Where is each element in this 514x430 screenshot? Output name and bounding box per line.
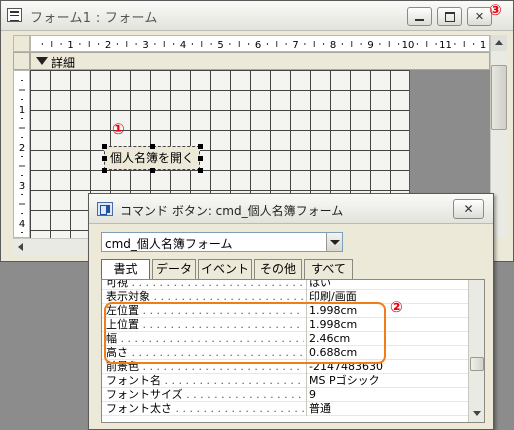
ruler-number: 3 — [142, 40, 148, 51]
property-name: フォントサイズ . . . . . . . . . . . . . . . . … — [106, 388, 304, 401]
resize-handle[interactable] — [102, 144, 107, 149]
form-horizontal-scrollbar[interactable] — [13, 238, 93, 255]
ruler-ticks: 1 2 3 4 5 6 7 8 9 10 11 1 — [41, 40, 486, 51]
resize-handle[interactable] — [198, 144, 203, 149]
tab-all[interactable]: すべて — [304, 259, 353, 279]
command-button-label: 個人名簿を開く — [109, 151, 194, 165]
property-row[interactable]: フォント太さ . . . . . . . . . . . . . . . . .… — [102, 402, 468, 416]
dropdown-arrow-icon[interactable] — [326, 233, 342, 251]
close-icon: ✕ — [474, 10, 485, 23]
minimize-icon — [415, 19, 424, 21]
property-value[interactable]: 普通 — [306, 402, 466, 416]
scroll-down-icon[interactable] — [470, 406, 484, 420]
vertical-ruler: 1 2 3 4 — [13, 70, 30, 238]
ruler-number: 9 — [367, 40, 373, 51]
property-row[interactable]: フォントサイズ . . . . . . . . . . . . . . . . … — [102, 388, 468, 402]
tab-event[interactable]: イベント — [198, 259, 252, 279]
object-selector-combo[interactable]: cmd_個人名簿フォーム — [101, 232, 343, 252]
property-name: フォント名 . . . . . . . . . . . . . . . . . … — [106, 374, 304, 387]
property-value[interactable]: はい — [306, 280, 466, 290]
ruler-number: 2 — [19, 143, 25, 154]
scroll-up-icon[interactable] — [491, 35, 507, 51]
resize-handle[interactable] — [150, 168, 155, 173]
ruler-number: 4 — [180, 40, 186, 51]
property-sheet-icon — [97, 202, 113, 216]
property-value[interactable]: MS Pゴシック — [306, 374, 466, 388]
maximize-button[interactable] — [437, 7, 462, 26]
property-tabs: 書式 データ イベント その他 すべて — [101, 259, 491, 280]
resize-handle[interactable] — [198, 156, 203, 161]
callout-2: ② — [390, 298, 403, 316]
ruler-number: 10 — [402, 40, 415, 51]
resize-handle[interactable] — [150, 144, 155, 149]
minimize-button[interactable] — [407, 7, 432, 26]
tab-format[interactable]: 書式 — [101, 259, 150, 280]
tab-other[interactable]: その他 — [254, 259, 302, 279]
ruler-number: 7 — [292, 40, 298, 51]
ruler-number: 4 — [19, 219, 25, 230]
property-sheet-titlebar[interactable]: コマンド ボタン: cmd_個人名簿フォーム ✕ — [89, 194, 493, 224]
property-list-scrollbar[interactable] — [468, 280, 484, 422]
ruler-number: 2 — [105, 40, 111, 51]
ruler-number: 6 — [255, 40, 261, 51]
vertical-ruler-ticks: 1 2 3 4 — [19, 80, 25, 233]
resize-handle[interactable] — [102, 156, 107, 161]
resize-handle[interactable] — [198, 168, 203, 173]
detail-section-bar[interactable]: 詳細 — [30, 52, 490, 70]
ruler-number: 8 — [330, 40, 336, 51]
property-sheet-close-button[interactable]: ✕ — [453, 199, 484, 219]
form-window-title: フォーム1 : フォーム — [30, 11, 158, 26]
form-icon — [7, 8, 22, 22]
ruler-number: 5 — [217, 40, 223, 51]
horizontal-ruler: 1 2 3 4 5 6 7 8 9 10 11 1 — [30, 35, 490, 52]
scrollbar-thumb[interactable] — [491, 65, 507, 130]
detail-section-label: 詳細 — [51, 56, 76, 70]
scroll-left-icon[interactable] — [13, 239, 29, 255]
property-sheet-title: コマンド ボタン: cmd_個人名簿フォーム — [120, 204, 344, 218]
position-size-highlight — [104, 302, 386, 364]
section-arrow-icon — [36, 57, 48, 65]
maximize-icon — [444, 12, 455, 22]
form-titlebar[interactable]: フォーム1 : フォーム ✕ — [1, 1, 513, 31]
ruler-number: 1 — [67, 40, 73, 51]
property-name: 可視 . . . . . . . . . . . . . . . . . . .… — [106, 279, 303, 289]
resize-handle[interactable] — [102, 168, 107, 173]
callout-3: ③ — [489, 1, 502, 19]
ruler-number: 3 — [19, 181, 25, 192]
object-selector-value: cmd_個人名簿フォーム — [105, 237, 233, 251]
section-selector[interactable] — [13, 52, 30, 70]
tab-data[interactable]: データ — [152, 259, 196, 279]
ruler-number: 11 — [439, 40, 452, 51]
property-row[interactable]: 可視 . . . . . . . . . . . . . . . . . . .… — [102, 279, 468, 290]
property-value[interactable]: 9 — [306, 388, 466, 402]
command-button-open-list[interactable]: 個人名簿を開く — [104, 146, 200, 170]
ruler-number: 1 — [480, 40, 486, 51]
ruler-number: 1 — [19, 105, 25, 116]
close-icon: ✕ — [463, 202, 474, 216]
scrollbar-thumb[interactable] — [470, 357, 484, 371]
property-row[interactable]: フォント名 . . . . . . . . . . . . . . . . . … — [102, 374, 468, 388]
property-name: フォント太さ . . . . . . . . . . . . . . . . .… — [106, 402, 304, 415]
callout-1: ① — [112, 120, 125, 138]
ruler-corner[interactable] — [13, 35, 30, 52]
